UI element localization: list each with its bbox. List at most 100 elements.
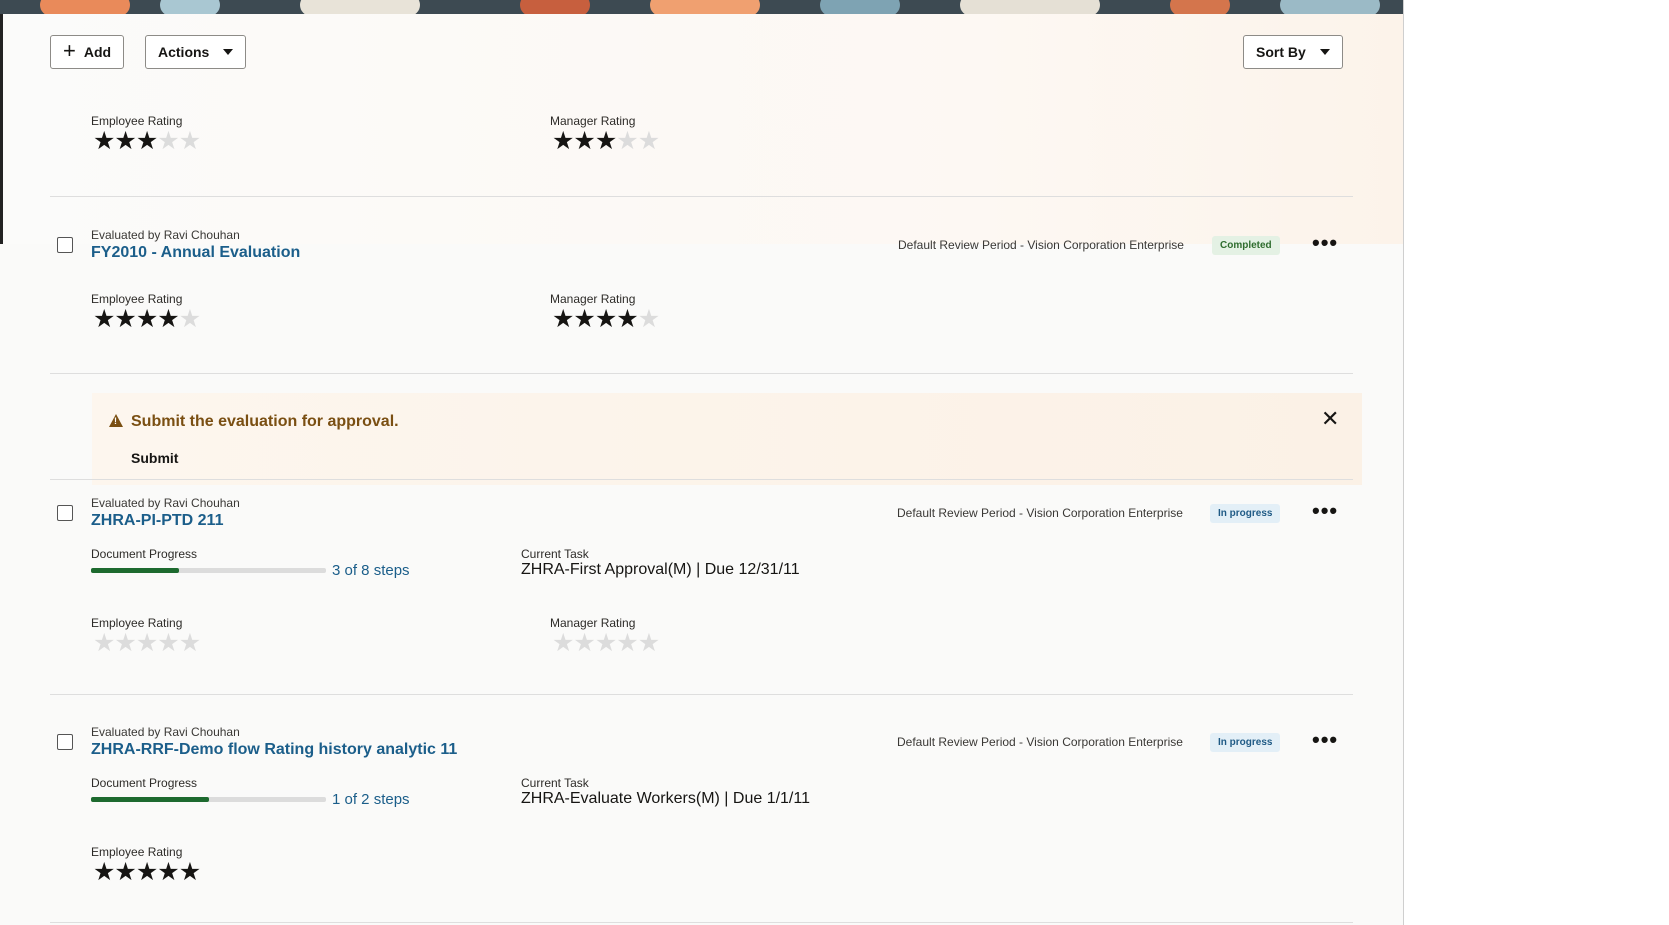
- star-icon: ★: [135, 305, 158, 333]
- document-progress-fill: [91, 797, 209, 802]
- header-banner: [0, 0, 1403, 14]
- divider: [50, 373, 1353, 374]
- employee-rating-label: Employee Rating: [91, 616, 183, 630]
- document-progress-fill: [91, 568, 180, 573]
- divider: [50, 479, 1353, 480]
- star-icon: ★: [616, 305, 638, 333]
- select-checkbox[interactable]: [57, 505, 73, 521]
- star-icon: ★: [114, 858, 136, 886]
- document-progress-label: Document Progress: [91, 547, 198, 561]
- star-icon: ★: [616, 127, 638, 155]
- left-edge: [0, 14, 3, 244]
- review-period: Default Review Period - Vision Corporati…: [898, 238, 1184, 252]
- divider: [50, 196, 1353, 197]
- document-progress-bar: [91, 568, 326, 573]
- alert-message: Submit the evaluation for approval.: [131, 413, 399, 430]
- star-icon: ★: [178, 629, 201, 657]
- approval-alert: [92, 393, 1362, 485]
- add-button[interactable]: + Add: [50, 35, 125, 69]
- select-checkbox[interactable]: [57, 237, 73, 253]
- star-icon: ★: [552, 629, 574, 657]
- manager-rating-stars: ★★★★★: [552, 305, 660, 333]
- manager-rating-stars: ★★★★★: [552, 127, 660, 155]
- employee-rating-stars: ★★★★★: [93, 858, 201, 886]
- employee-rating-label: Employee Rating: [91, 292, 183, 306]
- close-icon[interactable]: ✕: [1321, 408, 1339, 430]
- caret-down-icon: [1319, 49, 1330, 55]
- employee-rating-stars: ★★★★★: [93, 305, 201, 333]
- evaluation-title-link[interactable]: ZHRA-PI-PTD 211: [91, 512, 223, 530]
- star-icon: ★: [637, 127, 660, 155]
- divider: [50, 694, 1353, 695]
- status-badge: In progress: [1210, 733, 1281, 752]
- star-icon: ★: [552, 305, 574, 333]
- star-icon: ★: [637, 629, 660, 657]
- more-options-icon[interactable]: •••: [1312, 232, 1338, 254]
- select-checkbox[interactable]: [57, 734, 73, 750]
- evaluation-title-link[interactable]: ZHRA-RRF-Demo flow Rating history analyt…: [91, 741, 457, 759]
- evaluation-title-link[interactable]: FY2010 - Annual Evaluation: [91, 244, 300, 262]
- star-icon: ★: [93, 127, 115, 155]
- star-icon: ★: [157, 127, 179, 155]
- star-icon: ★: [573, 629, 595, 657]
- star-icon: ★: [157, 629, 179, 657]
- current-task: ZHRA-First Approval(M) | Due 12/31/11: [521, 561, 800, 578]
- review-period: Default Review Period - Vision Corporati…: [897, 735, 1183, 749]
- star-icon: ★: [616, 629, 638, 657]
- employee-rating-stars: ★★★★★: [93, 629, 201, 657]
- warning-icon: [109, 414, 123, 427]
- evaluated-by: Evaluated by Ravi Chouhan: [91, 725, 240, 739]
- progress-steps-link[interactable]: 3 of 8 steps: [332, 562, 410, 579]
- star-icon: ★: [637, 305, 660, 333]
- star-icon: ★: [135, 629, 158, 657]
- star-icon: ★: [594, 305, 617, 333]
- star-icon: ★: [93, 858, 115, 886]
- sort-label: Sort By: [1256, 44, 1306, 60]
- star-icon: ★: [93, 629, 115, 657]
- star-icon: ★: [573, 127, 595, 155]
- document-progress-label: Document Progress: [91, 776, 198, 790]
- document-progress-bar: [91, 797, 326, 802]
- manager-rating-label: Manager Rating: [550, 616, 636, 630]
- current-task-label: Current Task: [521, 547, 589, 561]
- star-icon: ★: [594, 629, 617, 657]
- review-period: Default Review Period - Vision Corporati…: [897, 506, 1183, 520]
- current-task: ZHRA-Evaluate Workers(M) | Due 1/1/11: [521, 790, 810, 807]
- more-options-icon[interactable]: •••: [1312, 500, 1338, 522]
- actions-button[interactable]: Actions: [145, 35, 247, 69]
- plus-icon: +: [63, 38, 76, 63]
- evaluated-by: Evaluated by Ravi Chouhan: [91, 496, 240, 510]
- employee-rating-label: Employee Rating: [91, 114, 183, 128]
- add-label: Add: [83, 44, 112, 60]
- star-icon: ★: [157, 305, 179, 333]
- star-icon: ★: [135, 858, 158, 886]
- employee-rating-stars: ★★★★★: [93, 127, 201, 155]
- star-icon: ★: [114, 127, 136, 155]
- employee-rating-label: Employee Rating: [91, 845, 183, 859]
- star-icon: ★: [178, 305, 201, 333]
- star-icon: ★: [178, 127, 201, 155]
- star-icon: ★: [93, 305, 115, 333]
- status-badge: Completed: [1212, 236, 1280, 255]
- manager-rating-stars: ★★★★★: [552, 629, 660, 657]
- status-badge: In progress: [1210, 504, 1281, 523]
- actions-label: Actions: [158, 44, 210, 60]
- star-icon: ★: [594, 127, 617, 155]
- manager-rating-label: Manager Rating: [550, 292, 636, 306]
- caret-down-icon: [223, 49, 234, 55]
- star-icon: ★: [114, 305, 136, 333]
- star-icon: ★: [157, 858, 179, 886]
- current-task-label: Current Task: [521, 776, 589, 790]
- star-icon: ★: [178, 858, 201, 886]
- evaluated-by: Evaluated by Ravi Chouhan: [91, 228, 240, 242]
- star-icon: ★: [114, 629, 136, 657]
- star-icon: ★: [573, 305, 595, 333]
- star-icon: ★: [552, 127, 574, 155]
- sort-by-button[interactable]: Sort By: [1243, 35, 1343, 69]
- manager-rating-label: Manager Rating: [550, 114, 636, 128]
- more-options-icon[interactable]: •••: [1312, 729, 1338, 751]
- divider: [50, 922, 1353, 923]
- star-icon: ★: [135, 127, 158, 155]
- submit-button[interactable]: Submit: [131, 450, 178, 466]
- progress-steps-link[interactable]: 1 of 2 steps: [332, 791, 410, 808]
